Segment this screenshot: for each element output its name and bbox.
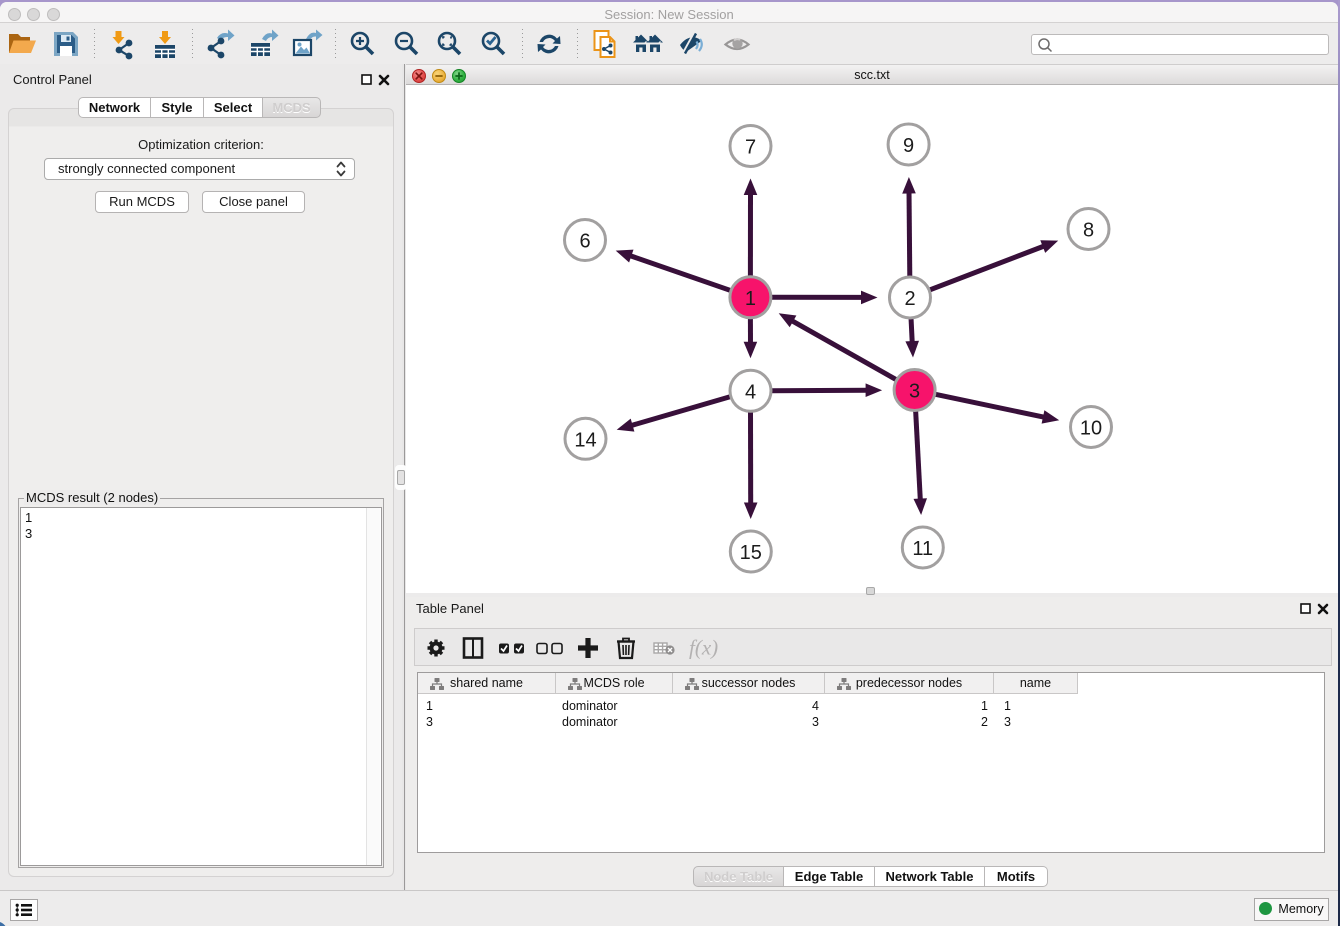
svg-text:11: 11	[912, 538, 933, 560]
svg-text:6: 6	[579, 231, 590, 253]
svg-text:14: 14	[574, 429, 596, 451]
svg-text:8: 8	[1083, 220, 1094, 242]
svg-text:9: 9	[903, 135, 914, 157]
svg-text:4: 4	[745, 381, 756, 403]
svg-text:f(x): f(x)	[689, 636, 718, 660]
svg-text:15: 15	[740, 542, 762, 564]
svg-text:2: 2	[904, 288, 915, 310]
svg-text:3: 3	[909, 381, 920, 403]
svg-text:7: 7	[745, 137, 756, 159]
svg-text:10: 10	[1080, 418, 1102, 440]
svg-text:1: 1	[745, 288, 756, 310]
